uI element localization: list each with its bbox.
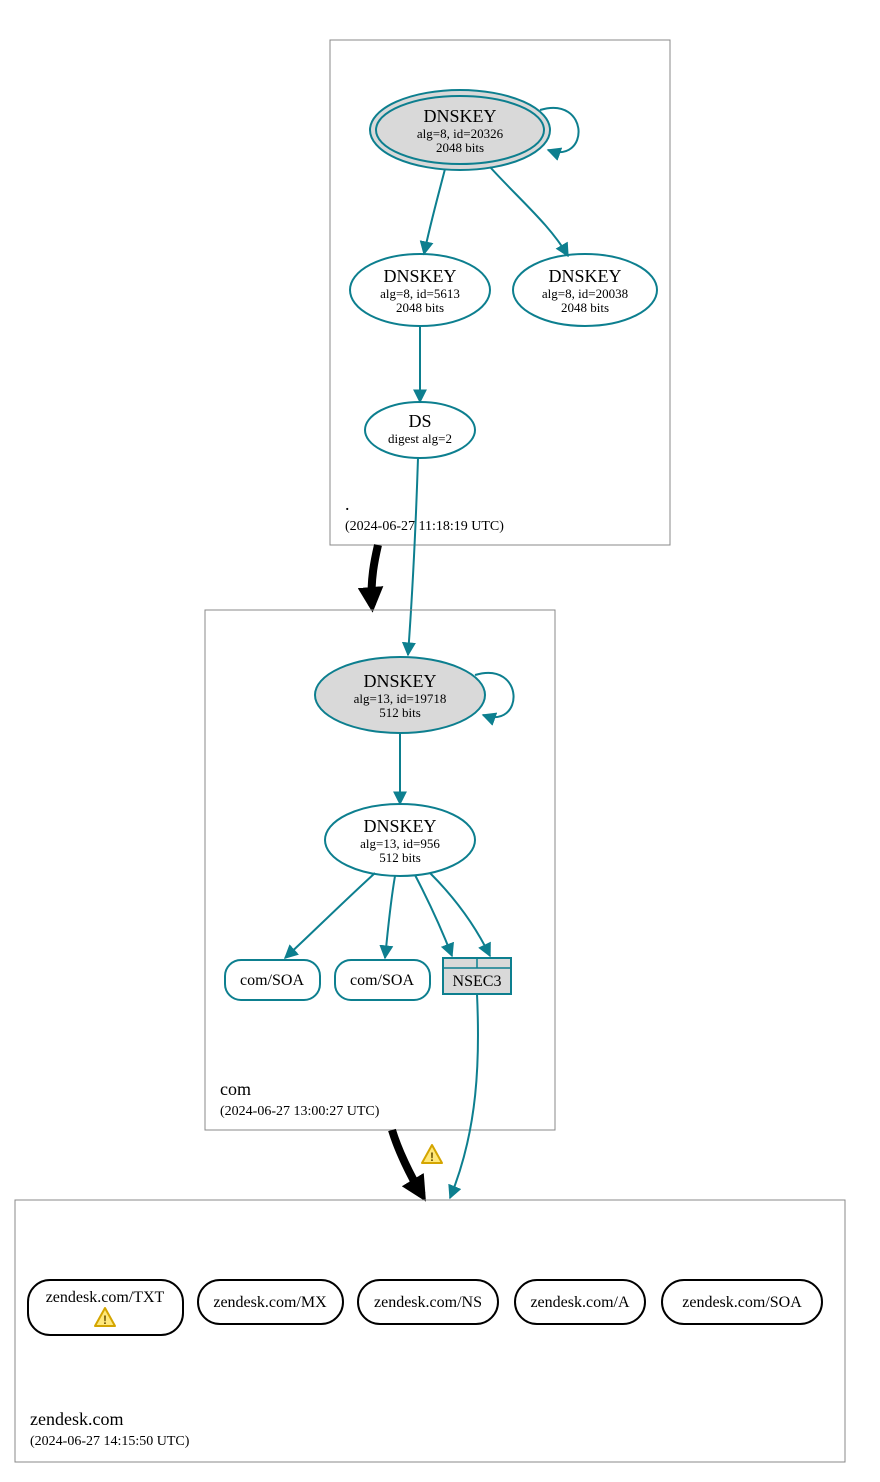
zone-root: . (2024-06-27 11:18:19 UTC) DNSKEY alg=8… (330, 40, 670, 545)
svg-text:2048 bits: 2048 bits (561, 300, 609, 315)
svg-text:zendesk.com/SOA: zendesk.com/SOA (682, 1294, 802, 1311)
node-root-zsk2: DNSKEY alg=8, id=20038 2048 bits (513, 254, 657, 326)
svg-text:DNSKEY: DNSKEY (423, 106, 496, 126)
zone-com-label: com (220, 1079, 251, 1099)
edge-root-ksk-zsk1 (424, 169, 445, 254)
zone-zendesk: zendesk.com (2024-06-27 14:15:50 UTC) ze… (15, 1200, 845, 1462)
svg-text:zendesk.com/NS: zendesk.com/NS (374, 1294, 482, 1311)
node-root-zsk1: DNSKEY alg=8, id=5613 2048 bits (350, 254, 490, 326)
node-zendesk-txt: zendesk.com/TXT ! (28, 1280, 183, 1335)
edge-com-to-zendesk-thick (392, 1130, 422, 1195)
zone-com: com (2024-06-27 13:00:27 UTC) DNSKEY alg… (205, 610, 555, 1130)
node-root-ksk: DNSKEY alg=8, id=20326 2048 bits (370, 90, 550, 170)
edge-com-zsk-nsec3b (430, 873, 490, 956)
svg-text:(2024-06-27 13:00:27 UTC): (2024-06-27 13:00:27 UTC) (220, 1104, 380, 1119)
svg-text:alg=8, id=20038: alg=8, id=20038 (542, 286, 628, 301)
node-com-nsec3: NSEC3 (443, 958, 511, 994)
node-root-ds: DS digest alg=2 (365, 402, 475, 458)
svg-text:zendesk.com/MX: zendesk.com/MX (213, 1294, 327, 1311)
svg-text:com/SOA: com/SOA (240, 972, 304, 989)
svg-text:DNSKEY: DNSKEY (363, 816, 436, 836)
node-zendesk-mx: zendesk.com/MX (198, 1280, 343, 1324)
svg-text:zendesk.com/TXT: zendesk.com/TXT (46, 1289, 165, 1306)
svg-text:DS: DS (408, 411, 431, 431)
edge-com-zsk-soa1 (285, 873, 375, 958)
svg-text:zendesk.com: zendesk.com (30, 1409, 123, 1429)
node-com-ksk: DNSKEY alg=13, id=19718 512 bits (315, 657, 485, 733)
edge-root-to-com-thick (372, 545, 378, 605)
svg-text:zendesk.com/A: zendesk.com/A (530, 1294, 630, 1311)
node-com-soa2: com/SOA (335, 960, 430, 1000)
node-com-zsk: DNSKEY alg=13, id=956 512 bits (325, 804, 475, 876)
edge-nsec3-to-zendesk (450, 994, 478, 1198)
svg-text:!: ! (430, 1150, 434, 1164)
svg-text:DNSKEY: DNSKEY (363, 671, 436, 691)
warning-icon: ! (422, 1145, 442, 1164)
edge-ds-to-com-ksk (408, 458, 418, 655)
edge-root-ksk-zsk2 (490, 167, 568, 256)
svg-text:alg=13, id=19718: alg=13, id=19718 (354, 691, 447, 706)
svg-text:NSEC3: NSEC3 (453, 973, 502, 990)
svg-text:512 bits: 512 bits (379, 850, 421, 865)
node-zendesk-a: zendesk.com/A (515, 1280, 645, 1324)
svg-text:(2024-06-27 14:15:50 UTC): (2024-06-27 14:15:50 UTC) (30, 1434, 190, 1449)
svg-text:com/SOA: com/SOA (350, 972, 414, 989)
svg-text:alg=8, id=5613: alg=8, id=5613 (380, 286, 460, 301)
svg-text:2048 bits: 2048 bits (396, 300, 444, 315)
node-zendesk-soa: zendesk.com/SOA (662, 1280, 822, 1324)
svg-text:alg=13, id=956: alg=13, id=956 (360, 836, 440, 851)
svg-text:!: ! (103, 1313, 107, 1327)
node-com-soa1: com/SOA (225, 960, 320, 1000)
svg-text:512 bits: 512 bits (379, 705, 421, 720)
edge-com-zsk-soa2 (385, 876, 395, 958)
svg-text:digest alg=2: digest alg=2 (388, 431, 452, 446)
svg-text:DNSKEY: DNSKEY (548, 266, 621, 286)
svg-text:alg=8, id=20326: alg=8, id=20326 (417, 126, 504, 141)
svg-text:2048 bits: 2048 bits (436, 140, 484, 155)
node-zendesk-ns: zendesk.com/NS (358, 1280, 498, 1324)
edge-com-zsk-nsec3a (415, 875, 452, 956)
zone-root-timestamp: (2024-06-27 11:18:19 UTC) (345, 519, 504, 534)
zone-root-label: . (345, 494, 350, 514)
dnssec-diagram: . (2024-06-27 11:18:19 UTC) DNSKEY alg=8… (0, 0, 880, 1482)
svg-text:DNSKEY: DNSKEY (383, 266, 456, 286)
